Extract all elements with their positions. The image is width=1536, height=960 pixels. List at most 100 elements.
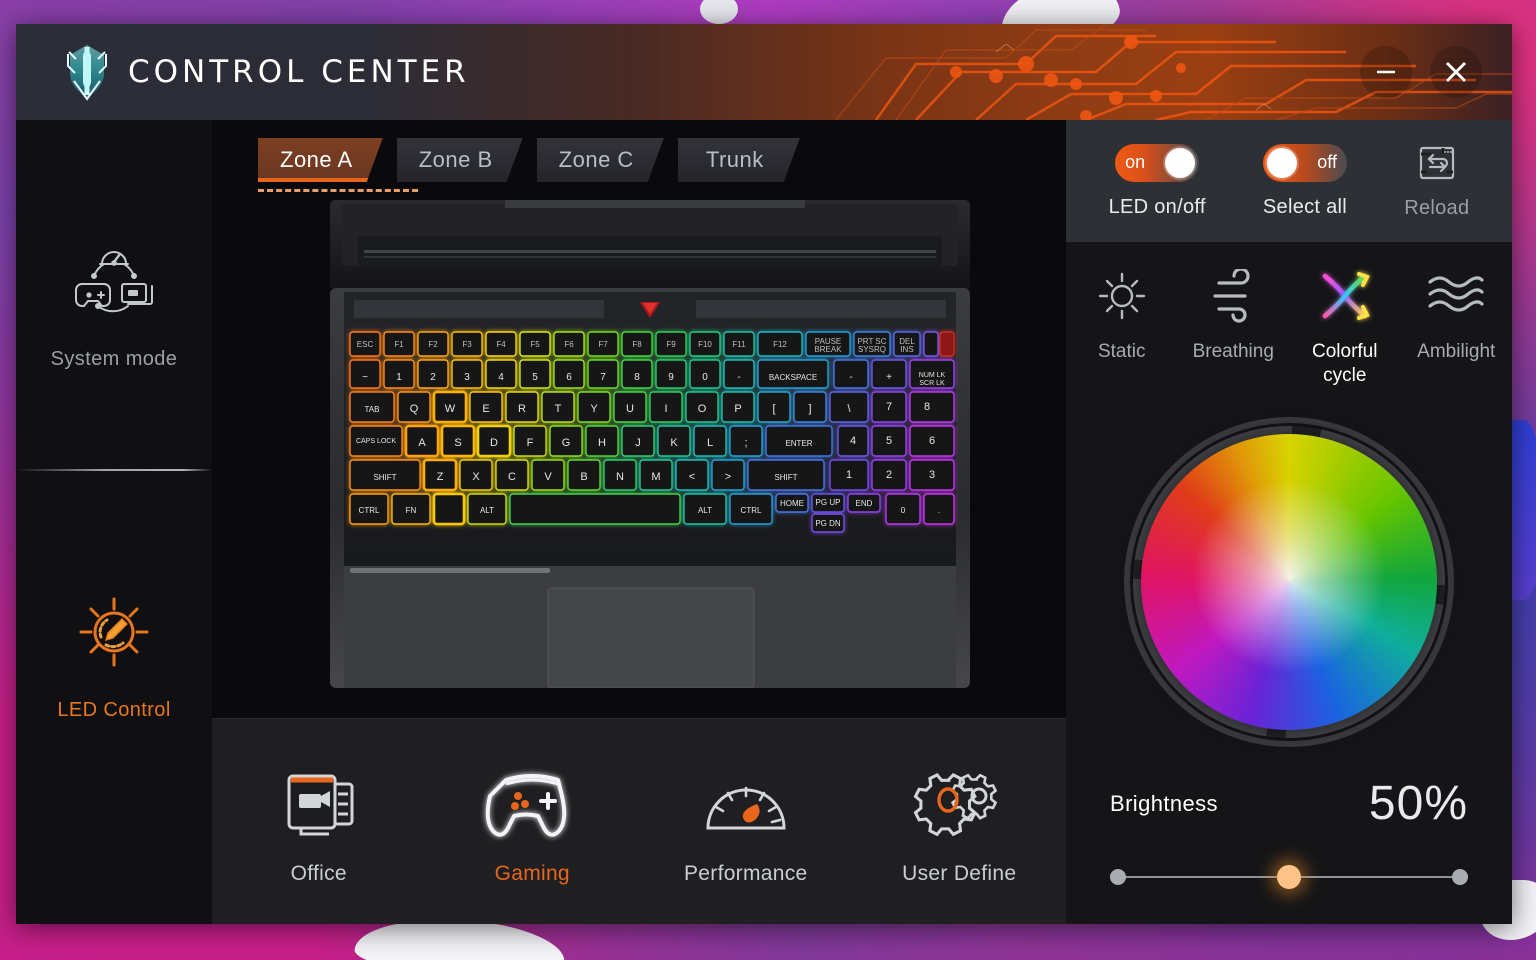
- mode-user-define[interactable]: User Define: [853, 758, 1067, 886]
- effect-label-static: Static: [1097, 341, 1146, 362]
- svg-text:1: 1: [846, 469, 852, 481]
- svg-text:X: X: [472, 471, 480, 483]
- led-onoff-label: LED on/off: [1108, 195, 1206, 218]
- svg-text:Q: Q: [410, 403, 419, 415]
- svg-text:M: M: [651, 471, 660, 483]
- svg-text:[: [: [772, 403, 775, 415]
- svg-text:2: 2: [886, 469, 892, 481]
- control-center-window: CONTROL CENTER System mode LED Control Z…: [16, 24, 1512, 924]
- svg-text:E: E: [482, 403, 489, 415]
- effect-static[interactable]: Static: [1066, 268, 1178, 364]
- svg-text:7: 7: [886, 401, 892, 413]
- svg-text:F2: F2: [428, 340, 438, 349]
- mode-gaming[interactable]: Gaming: [426, 758, 640, 886]
- svg-text:J: J: [635, 437, 641, 449]
- svg-text:V: V: [544, 471, 552, 483]
- sidebar-item-led-control[interactable]: LED Control: [16, 589, 212, 722]
- svg-text:<: <: [689, 471, 695, 483]
- brightness-slider-max-dot: [1452, 869, 1468, 885]
- svg-text:8: 8: [924, 401, 930, 413]
- svg-text:F10: F10: [698, 340, 712, 349]
- svg-text:0: 0: [702, 372, 708, 383]
- wind-breathing-icon: [1203, 268, 1263, 324]
- svg-text:F5: F5: [530, 340, 540, 349]
- gears-icon: [907, 758, 1011, 842]
- reload-control[interactable]: Reload: [1404, 143, 1469, 220]
- svg-text:T: T: [555, 403, 562, 415]
- svg-text:END: END: [856, 499, 873, 508]
- svg-text:F12: F12: [773, 340, 787, 349]
- brightness-header: Brightness 50%: [1110, 776, 1468, 831]
- gamepad-icon: [480, 758, 584, 842]
- effect-ambilight[interactable]: Ambilight: [1401, 268, 1513, 364]
- svg-text:G: G: [562, 437, 571, 449]
- mode-label-performance: Performance: [683, 861, 808, 885]
- svg-text:ALT: ALT: [480, 506, 494, 515]
- svg-text:F6: F6: [564, 340, 574, 349]
- svg-text:F: F: [527, 437, 534, 449]
- svg-text:5: 5: [886, 435, 892, 447]
- close-button[interactable]: [1430, 46, 1482, 98]
- sidebar-item-label-led-control: LED Control: [57, 699, 171, 721]
- effect-breathing[interactable]: Breathing: [1178, 268, 1290, 364]
- svg-text:S: S: [454, 437, 461, 449]
- mode-performance[interactable]: Performance: [639, 758, 853, 886]
- led-onoff-toggle[interactable]: on: [1115, 143, 1200, 182]
- minimize-button[interactable]: [1360, 46, 1412, 98]
- tab-trunk-label: Trunk: [705, 147, 764, 172]
- select-all-label: Select all: [1262, 195, 1348, 218]
- effect-colorful-cycle[interactable]: Colorful cycle: [1289, 268, 1401, 388]
- svg-text:5: 5: [532, 372, 538, 383]
- effect-label-breathing: Breathing: [1192, 341, 1274, 362]
- app-title: CONTROL CENTER: [128, 54, 470, 90]
- active-tab-dashed-underline: [258, 189, 418, 192]
- sidebar-item-system-mode[interactable]: System mode: [16, 238, 212, 371]
- mode-label-gaming: Gaming: [494, 861, 570, 885]
- laptop-keyboard-illustration: ESC F1 F2 F3 F4 F5 F6 F7 F8 F9 F10 F11 F12 PAU…: [330, 200, 970, 688]
- svg-text:PG DN: PG DN: [815, 519, 841, 528]
- brightness-slider[interactable]: [1110, 857, 1468, 897]
- svg-text:R: R: [518, 403, 526, 415]
- mode-office[interactable]: Office: [212, 758, 426, 886]
- mode-label-office: Office: [290, 861, 347, 885]
- laptop-preview[interactable]: ESC F1 F2 F3 F4 F5 F6 F7 F8 F9 F10 F11 F12 PAU…: [330, 200, 970, 688]
- svg-text:ALT: ALT: [698, 506, 712, 515]
- svg-text:W: W: [445, 403, 456, 415]
- svg-text:SHIFT: SHIFT: [774, 473, 797, 482]
- close-icon: [1446, 62, 1466, 82]
- select-all-toggle[interactable]: off: [1262, 143, 1347, 182]
- effect-label-colorful-cycle-line1: Colorful: [1312, 341, 1378, 362]
- svg-text:2: 2: [430, 372, 436, 383]
- waves-ambilight-icon: [1425, 268, 1487, 324]
- select-all-toggle-knob: [1266, 147, 1297, 178]
- gauge-icon: [694, 758, 798, 842]
- tab-zone-c[interactable]: Zone C: [537, 138, 664, 182]
- svg-text:F7: F7: [598, 340, 608, 349]
- tab-zone-a[interactable]: Zone A: [258, 138, 383, 182]
- svg-text:-: -: [849, 372, 852, 383]
- brightness-slider-thumb[interactable]: [1277, 865, 1301, 889]
- title-bar: CONTROL CENTER: [16, 24, 1512, 120]
- svg-text:FN: FN: [406, 506, 417, 515]
- svg-text:6: 6: [566, 372, 572, 383]
- svg-text:BREAK: BREAK: [814, 345, 842, 354]
- sidebar: System mode LED Control: [16, 120, 212, 924]
- svg-text:SCR LK: SCR LK: [919, 380, 945, 387]
- svg-text:BACKSPACE: BACKSPACE: [769, 373, 817, 382]
- svg-text:SHIFT: SHIFT: [373, 473, 396, 482]
- tab-zone-b[interactable]: Zone B: [397, 138, 523, 182]
- svg-text:9: 9: [668, 372, 674, 383]
- svg-text:>: >: [725, 471, 731, 483]
- svg-text:4: 4: [498, 372, 504, 383]
- color-wheel[interactable]: [1141, 434, 1437, 730]
- svg-text:Z: Z: [437, 471, 444, 483]
- svg-text:U: U: [626, 403, 634, 415]
- select-all-control[interactable]: off Select all: [1262, 143, 1348, 219]
- tab-trunk[interactable]: Trunk: [678, 138, 800, 182]
- led-onoff-control[interactable]: on LED on/off: [1108, 143, 1206, 219]
- svg-text:8: 8: [634, 372, 640, 383]
- sun-static-icon: [1095, 268, 1149, 324]
- svg-text:H: H: [598, 437, 606, 449]
- svg-text:SYSRQ: SYSRQ: [858, 345, 886, 354]
- sidebar-divider: [16, 469, 212, 471]
